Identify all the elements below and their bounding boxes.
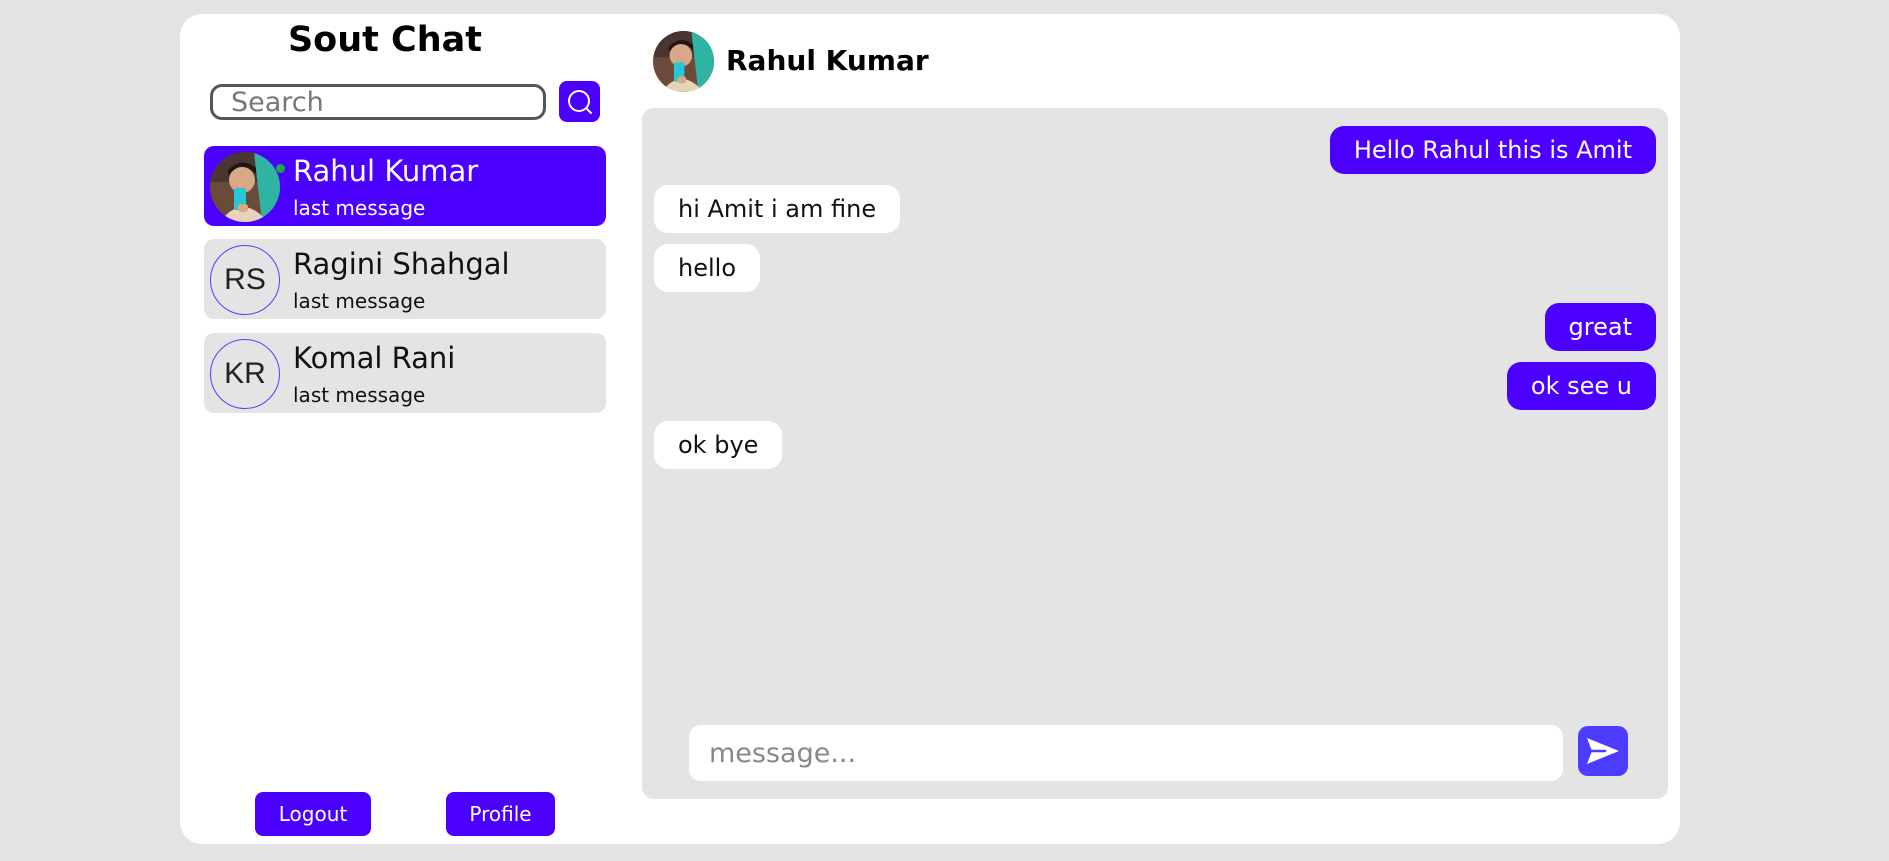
sidebar: Sout Chat Rahul Kumar last message RS Ra… (180, 14, 610, 844)
message-bubble-received: hi Amit i am fine (654, 185, 901, 233)
chat-contact-name: Rahul Kumar (726, 44, 929, 77)
send-icon (1587, 738, 1619, 764)
message-area: Hello Rahul this is Amit hi Amit i am fi… (642, 108, 1668, 799)
contact-item-komal-rani[interactable]: KR Komal Rani last message (204, 333, 606, 413)
app-title: Sout Chat (287, 20, 483, 60)
search-input[interactable] (210, 84, 546, 120)
profile-button[interactable]: Profile (446, 792, 555, 836)
avatar (210, 152, 280, 222)
message-bubble-sent: ok see u (1506, 362, 1656, 410)
search-icon (567, 89, 592, 114)
contact-name: Rahul Kumar (293, 154, 479, 188)
contact-last-message: last message (293, 196, 426, 220)
online-status-dot (276, 164, 285, 173)
logout-button[interactable]: Logout (255, 792, 371, 836)
message-bubble-received: hello (654, 244, 760, 292)
search-button[interactable] (559, 81, 600, 122)
message-bubble-received: ok bye (654, 421, 783, 469)
chat-header-avatar (653, 31, 714, 92)
contact-item-ragini-shahgal[interactable]: RS Ragini Shahgal last message (204, 239, 606, 319)
avatar: RS (210, 245, 280, 315)
chat-app-window: Sout Chat Rahul Kumar last message RS Ra… (180, 14, 1680, 844)
message-input[interactable] (689, 725, 1563, 781)
message-bubble-sent: Hello Rahul this is Amit (1329, 126, 1656, 174)
contact-last-message: last message (293, 289, 426, 313)
contact-last-message: last message (293, 383, 426, 407)
contact-item-rahul-kumar[interactable]: Rahul Kumar last message (204, 146, 606, 226)
message-bubble-sent: great (1544, 303, 1656, 351)
contact-name: Komal Rani (293, 341, 456, 375)
avatar: KR (210, 339, 280, 409)
contact-name: Ragini Shahgal (293, 247, 510, 281)
send-button[interactable] (1578, 726, 1628, 776)
